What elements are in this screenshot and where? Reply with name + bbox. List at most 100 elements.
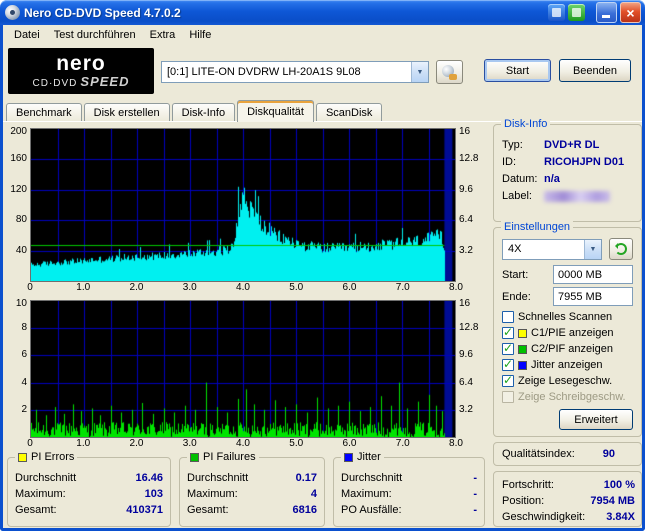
pif-average: 0.17 bbox=[295, 472, 317, 484]
stats-row: PI Errors Durchschnitt 16.46 Maximum: 103 … bbox=[7, 451, 489, 527]
speed-select-value: 4X bbox=[508, 243, 522, 255]
pif-maximum: 4 bbox=[310, 488, 317, 500]
pif-chart-canvas bbox=[31, 301, 455, 437]
end-position-input[interactable] bbox=[553, 287, 633, 306]
pif-y-axis-left: 10 8 6 4 2 bbox=[15, 298, 27, 416]
quit-button[interactable]: Beenden bbox=[559, 59, 631, 82]
disk-date: n/a bbox=[544, 173, 560, 185]
settings-title: Einstellungen bbox=[501, 221, 574, 233]
speed-label: Geschwindigkeit: bbox=[502, 511, 586, 523]
pi-failures-title: PI Failures bbox=[203, 451, 256, 463]
jitter-title: Jitter bbox=[357, 451, 381, 463]
pie-x-axis: 0 1.0 2.0 3.0 4.0 5.0 6.0 7.0 8.0 bbox=[27, 282, 463, 293]
disk-type: DVD+R DL bbox=[544, 139, 600, 151]
pi-failures-box: PI Failures Durchschnitt 0.17 Maximum: 4 G… bbox=[179, 451, 325, 527]
menu-test-durchfuehren[interactable]: Test durchführen bbox=[47, 27, 143, 43]
pie-maximum: 103 bbox=[144, 488, 163, 500]
drive-select-value: [0:1] LITE-ON DVDRW LH-20A1S 9L08 bbox=[167, 66, 361, 78]
tab-disk-erstellen[interactable]: Disk erstellen bbox=[83, 103, 170, 122]
chevron-down-icon[interactable]: ▼ bbox=[411, 62, 428, 82]
titlebar-blue-icon[interactable] bbox=[548, 4, 565, 21]
checkbox-box[interactable] bbox=[502, 391, 514, 403]
checkbox-box[interactable] bbox=[502, 311, 514, 323]
chevron-down-icon[interactable]: ▼ bbox=[584, 239, 601, 259]
logo-speed-text: SPEED bbox=[80, 73, 130, 89]
pif-y-axis-right: 16 12.8 9.6 6.4 3.2 bbox=[459, 298, 479, 416]
tab-benchmark[interactable]: Benchmark bbox=[6, 103, 82, 122]
menu-extra[interactable]: Extra bbox=[143, 27, 183, 43]
logo-cddvd-text: CD·DVD bbox=[32, 77, 78, 89]
checkbox-box[interactable] bbox=[502, 341, 514, 355]
quality-index-label: Qualitätsindex: bbox=[502, 448, 575, 460]
tab-scandisk[interactable]: ScanDisk bbox=[315, 103, 383, 122]
drive-properties-button[interactable] bbox=[436, 60, 463, 84]
pie-average: 16.46 bbox=[135, 472, 163, 484]
start-field-label: Start: bbox=[502, 268, 529, 281]
app-window: Nero CD-DVD Speed 4.7.0.2 × Datei Test d… bbox=[0, 0, 645, 531]
checkbox-zeige-lesegeschw[interactable]: Zeige Lesegeschw. bbox=[502, 373, 633, 389]
diskquality-page: 200 160 120 80 40 16 12.8 9.6 6.4 3.2 0 … bbox=[3, 118, 642, 528]
checkbox-c1-pie-anzeigen[interactable]: C1/PIE anzeigen bbox=[502, 325, 633, 341]
quality-index-box: Qualitätsindex: 90 bbox=[493, 442, 642, 466]
quality-index-value: 90 bbox=[602, 448, 615, 460]
pie-y-axis-right: 16 12.8 9.6 6.4 3.2 bbox=[459, 126, 479, 257]
checkbox-box[interactable] bbox=[502, 373, 514, 387]
checkbox-c2-pif-anzeigen[interactable]: C2/PIF anzeigen bbox=[502, 341, 633, 357]
header: nero CD·DVD SPEED [0:1] LITE-ON DVDRW LH… bbox=[3, 45, 642, 99]
menu-datei[interactable]: Datei bbox=[7, 27, 47, 43]
titlebar-green-icon[interactable] bbox=[568, 4, 585, 21]
logo-nero-text: nero bbox=[56, 51, 106, 75]
jitter-color-swatch bbox=[518, 360, 527, 370]
refresh-icon bbox=[615, 243, 627, 255]
speed-value: 3.84X bbox=[606, 511, 635, 523]
refresh-speeds-button[interactable] bbox=[609, 238, 633, 260]
pif-x-axis: 0 1.0 2.0 3.0 4.0 5.0 6.0 7.0 8.0 bbox=[27, 438, 463, 449]
po-failures: - bbox=[473, 504, 477, 516]
disk-info-box: Disk-Info Typ: DVD+R DL ID: RICOHJPN D01 D… bbox=[493, 118, 642, 222]
nero-logo: nero CD·DVD SPEED bbox=[8, 48, 154, 94]
jitter-swatch-icon bbox=[344, 452, 353, 462]
checkbox-jitter-anzeigen[interactable]: Jitter anzeigen bbox=[502, 357, 633, 373]
minimize-button[interactable] bbox=[596, 2, 617, 23]
disk-info-title: Disk-Info bbox=[501, 118, 551, 130]
media-id: RICOHJPN D01 bbox=[544, 156, 625, 168]
window-body: Datei Test durchführen Extra Hilfe nero … bbox=[0, 25, 645, 531]
start-button[interactable]: Start bbox=[484, 59, 551, 82]
pif-chart: 10 8 6 4 2 16 12.8 9.6 6.4 3.2 bbox=[3, 298, 489, 438]
position-label: Position: bbox=[502, 495, 545, 507]
pie-color-swatch bbox=[518, 328, 527, 338]
tab-disk-info[interactable]: Disk-Info bbox=[171, 103, 236, 122]
advanced-button[interactable]: Erweitert bbox=[559, 409, 633, 430]
menubar: Datei Test durchführen Extra Hilfe bbox=[3, 25, 642, 45]
checkbox-schnelles-scannen[interactable]: Schnelles Scannen bbox=[502, 309, 633, 325]
logo-subtitle: CD·DVD SPEED bbox=[33, 74, 130, 89]
disc-hand-icon bbox=[442, 64, 457, 80]
pie-chart: 200 160 120 80 40 16 12.8 9.6 6.4 3.2 bbox=[3, 126, 489, 282]
progress-value: 100 % bbox=[603, 479, 635, 491]
drive-select[interactable]: [0:1] LITE-ON DVDRW LH-20A1S 9L08 ▼ bbox=[161, 61, 429, 83]
window-title: Nero CD-DVD Speed 4.7.0.2 bbox=[24, 5, 181, 20]
pie-y-axis-left: 200 160 120 80 40 bbox=[10, 126, 27, 257]
pi-errors-title: PI Errors bbox=[31, 451, 75, 463]
end-field-label: Ende: bbox=[502, 290, 531, 303]
close-button[interactable]: × bbox=[620, 2, 641, 23]
start-position-input[interactable] bbox=[553, 265, 633, 284]
progress-box: Fortschritt: 100 % Position: 7954 MB Gesch… bbox=[493, 471, 642, 527]
titlebar[interactable]: Nero CD-DVD Speed 4.7.0.2 × bbox=[0, 0, 645, 25]
jitter-average: - bbox=[473, 472, 477, 484]
pi-errors-box: PI Errors Durchschnitt 16.46 Maximum: 103 … bbox=[7, 451, 171, 527]
obscured-disk-label bbox=[544, 191, 610, 202]
position-value: 7954 MB bbox=[590, 495, 635, 507]
speed-select[interactable]: 4X ▼ bbox=[502, 238, 602, 260]
tab-diskqualitaet[interactable]: Diskqualität bbox=[237, 100, 314, 122]
pif-total: 6816 bbox=[292, 504, 317, 516]
progress-label: Fortschritt: bbox=[502, 479, 554, 491]
menu-hilfe[interactable]: Hilfe bbox=[182, 27, 218, 43]
sidebar: Disk-Info Typ: DVD+R DL ID: RICOHJPN D01 D… bbox=[489, 118, 642, 528]
app-disc-icon bbox=[5, 5, 20, 20]
checkbox-box[interactable] bbox=[502, 325, 514, 339]
pif-color-swatch bbox=[518, 344, 527, 354]
pi-failures-swatch-icon bbox=[190, 452, 199, 462]
checkbox-zeige-schreibgeschw[interactable]: Zeige Schreibgeschw. bbox=[502, 389, 633, 405]
checkbox-box[interactable] bbox=[502, 357, 514, 371]
